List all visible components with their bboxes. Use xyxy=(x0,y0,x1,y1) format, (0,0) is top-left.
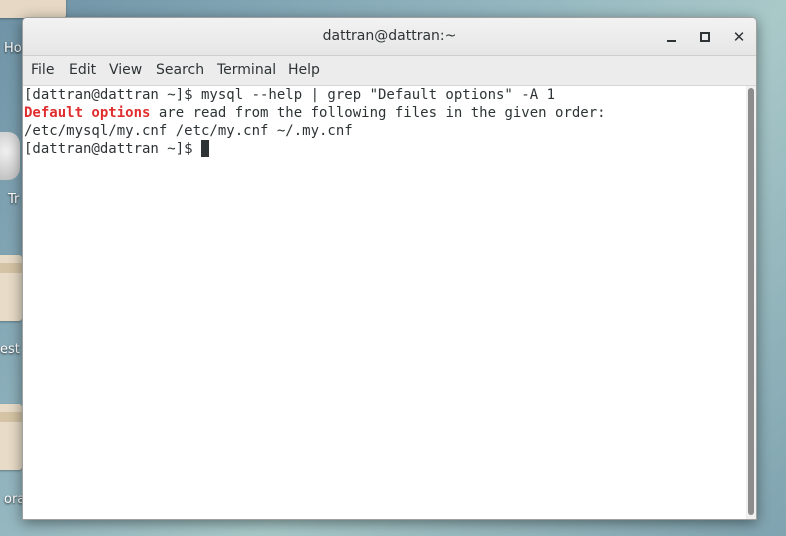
close-icon: ✕ xyxy=(732,27,746,46)
maximize-icon xyxy=(700,32,710,42)
text-cursor xyxy=(201,140,210,157)
grep-match-highlight: Default options xyxy=(24,105,151,121)
shell-prompt: [dattran@dattran ~]$ xyxy=(24,141,202,157)
terminal-line: /etc/mysql/my.cnf /etc/my.cnf ~/.my.cnf xyxy=(24,123,353,139)
menu-edit[interactable]: Edit xyxy=(69,62,96,78)
terminal-line: Default options are read from the follow… xyxy=(24,104,746,122)
terminal-line: [dattran@dattran ~]$ xyxy=(24,140,746,158)
menu-terminal[interactable]: Terminal xyxy=(217,62,276,78)
desktop-folder-label[interactable]: est xyxy=(0,342,20,357)
maximize-button[interactable] xyxy=(694,26,716,48)
vertical-scrollbar[interactable] xyxy=(746,86,756,519)
minimize-button[interactable] xyxy=(660,26,682,48)
terminal-window: dattran@dattran:~ ✕ File Edit View Searc… xyxy=(22,17,757,520)
terminal-text: are read from the following files in the… xyxy=(150,105,606,121)
menu-search[interactable]: Search xyxy=(156,62,204,78)
menu-file[interactable]: File xyxy=(31,62,54,78)
menu-bar: File Edit View Search Terminal Help xyxy=(23,56,756,86)
window-title: dattran@dattran:~ xyxy=(322,28,457,44)
desktop-trash-label[interactable]: Tr xyxy=(8,192,19,207)
terminal-output[interactable]: [dattran@dattran ~]$ mysql --help | grep… xyxy=(23,86,746,519)
desktop-home-label[interactable]: Ho xyxy=(4,41,22,56)
terminal-line: [dattran@dattran ~]$ mysql --help | grep… xyxy=(24,87,556,103)
menu-view[interactable]: View xyxy=(109,62,142,78)
close-button[interactable]: ✕ xyxy=(728,26,750,48)
menu-help[interactable]: Help xyxy=(288,62,320,78)
scrollbar-thumb[interactable] xyxy=(748,88,754,515)
minimize-icon xyxy=(666,40,676,42)
title-bar[interactable]: dattran@dattran:~ ✕ xyxy=(23,18,756,56)
